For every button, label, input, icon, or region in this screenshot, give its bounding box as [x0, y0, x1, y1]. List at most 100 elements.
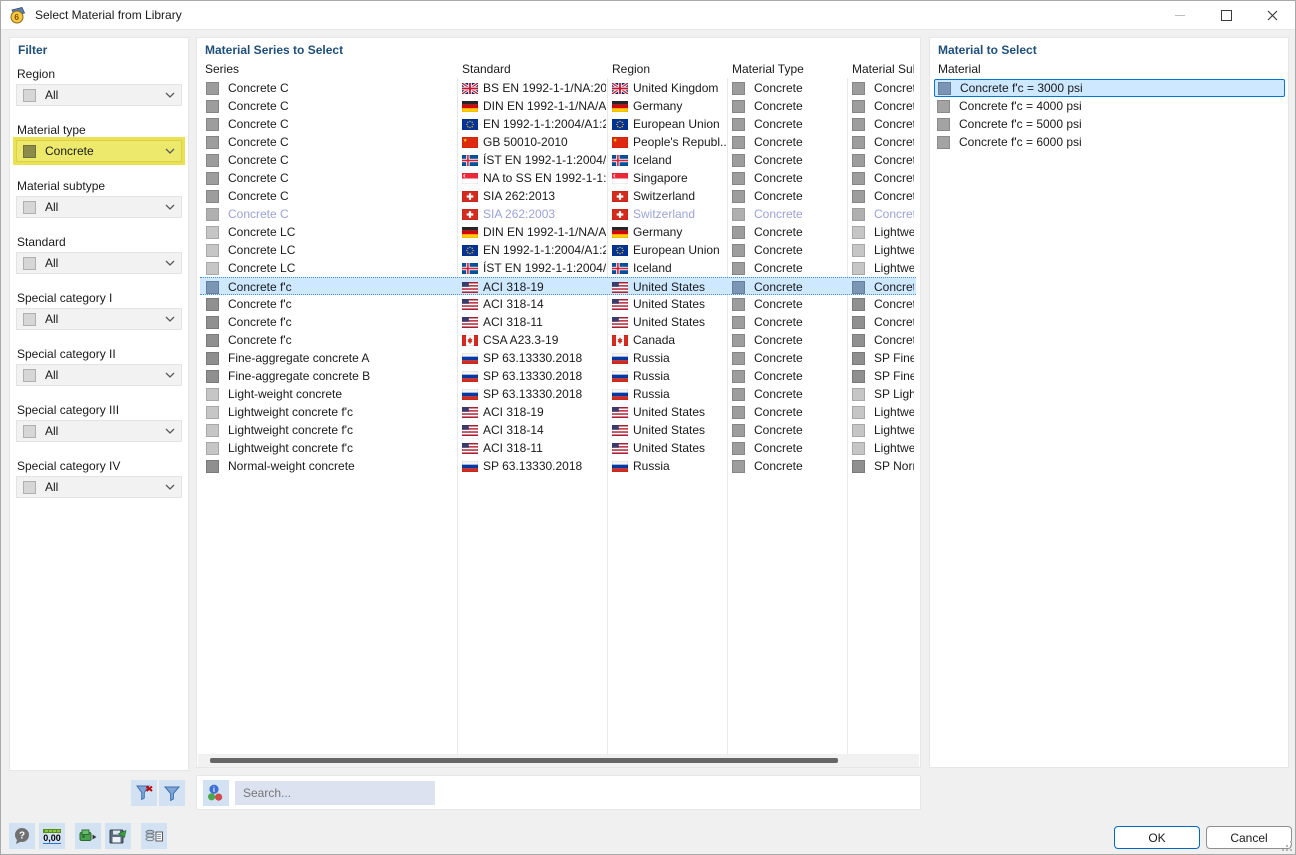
series-row[interactable]: Concrete f'c ACI 318-19 United States Co…: [200, 277, 916, 295]
column-header-standard[interactable]: Standard: [462, 60, 610, 78]
series-row[interactable]: Concrete C EN 1992-1-1:2004/A1:2... Euro…: [200, 115, 916, 133]
color-swatch: [852, 333, 865, 347]
flag-ru-icon: [612, 388, 628, 400]
color-swatch: [852, 369, 865, 383]
cancel-button[interactable]: Cancel: [1206, 826, 1292, 849]
color-swatch: [206, 405, 219, 419]
filter-material-subtype-dropdown[interactable]: All: [16, 196, 182, 218]
series-name: Concrete LC: [228, 225, 296, 239]
filter-standard-dropdown[interactable]: All: [16, 252, 182, 274]
color-swatch: [732, 99, 745, 113]
filter-region-dropdown[interactable]: All: [16, 84, 182, 106]
filter-label-special-category-iii: Special category III: [17, 403, 120, 417]
color-swatch: [206, 243, 219, 257]
series-row[interactable]: Concrete LC EN 1992-1-1:2004/A1:2... Eur…: [200, 241, 916, 259]
material-row[interactable]: Concrete f'c = 6000 psi: [934, 133, 1285, 151]
flag-is-icon: [612, 154, 628, 166]
series-name: Concrete f'c: [228, 315, 292, 329]
material-subtype: Concrete: [874, 189, 914, 203]
dropdown-value: All: [45, 312, 59, 326]
series-row[interactable]: Lightweight concrete f'c ACI 318-14 Unit…: [200, 421, 916, 439]
series-row[interactable]: Concrete C GB 50010-2010 People's Republ…: [200, 133, 916, 151]
series-row[interactable]: Concrete C NA to SS EN 1992-1-1:... Sing…: [200, 169, 916, 187]
filter-actions: [131, 780, 185, 806]
flag-ca-icon: [612, 334, 628, 346]
color-swatch: [206, 280, 219, 294]
color-swatch: [732, 117, 745, 131]
material-type: Concrete: [754, 81, 803, 95]
help-button[interactable]: ?: [9, 823, 35, 849]
flag-de-icon: [612, 226, 628, 238]
info-button[interactable]: i: [203, 780, 229, 806]
color-swatch: [937, 99, 950, 113]
dropdown-value: Concrete: [45, 144, 94, 158]
color-swatch: [206, 333, 219, 347]
filter-label-special-category-i: Special category I: [17, 291, 113, 305]
column-header-region[interactable]: Region: [612, 60, 730, 78]
series-row[interactable]: Concrete C BS EN 1992-1-1/NA:20... Unite…: [200, 79, 916, 97]
material-type: Concrete: [754, 261, 803, 275]
chevron-down-icon: [165, 204, 175, 210]
material-panel: Material to Select Material Concrete f'c…: [929, 37, 1289, 768]
filter-material-type-dropdown[interactable]: Concrete: [16, 140, 182, 162]
series-row[interactable]: Concrete f'c ACI 318-11 United States Co…: [200, 313, 916, 331]
series-row[interactable]: Normal-weight concrete SP 63.13330.2018 …: [200, 457, 916, 475]
maximize-button[interactable]: [1203, 1, 1249, 29]
series-row[interactable]: Fine-aggregate concrete B SP 63.13330.20…: [200, 367, 916, 385]
filter-special-category-iii-dropdown[interactable]: All: [16, 420, 182, 442]
color-swatch: [732, 369, 745, 383]
series-row[interactable]: Lightweight concrete f'c ACI 318-11 Unit…: [200, 439, 916, 457]
filter-special-category-ii-dropdown[interactable]: All: [16, 364, 182, 386]
series-row[interactable]: Fine-aggregate concrete A SP 63.13330.20…: [200, 349, 916, 367]
import-material-button[interactable]: [75, 823, 101, 849]
color-swatch: [732, 333, 745, 347]
region-name: United States: [633, 280, 706, 294]
material-row[interactable]: Concrete f'c = 3000 psi: [934, 79, 1285, 97]
flag-ch-icon: [612, 208, 628, 220]
scrollbar-thumb[interactable]: [210, 758, 838, 763]
search-input[interactable]: [235, 781, 435, 805]
column-header-series[interactable]: Series: [205, 60, 455, 78]
material-row[interactable]: Concrete f'c = 4000 psi: [934, 97, 1285, 115]
column-header-material-type[interactable]: Material Type: [732, 60, 850, 78]
column-header-material-subt[interactable]: Material Subt: [852, 60, 914, 78]
horizontal-scrollbar[interactable]: [198, 754, 919, 767]
material-subtype: Concrete: [874, 171, 914, 185]
apply-filter-button[interactable]: [159, 780, 185, 806]
series-row[interactable]: Concrete C SIA 262:2003 Switzerland Conc…: [200, 205, 916, 223]
material-row[interactable]: Concrete f'c = 5000 psi: [934, 115, 1285, 133]
series-row[interactable]: Light-weight concrete SP 63.13330.2018 R…: [200, 385, 916, 403]
series-row[interactable]: Lightweight concrete f'c ACI 318-19 Unit…: [200, 403, 916, 421]
ok-button[interactable]: OK: [1114, 826, 1200, 849]
material-type: Concrete: [754, 315, 803, 329]
save-to-library-button[interactable]: [105, 823, 131, 849]
series-row[interactable]: Concrete C SIA 262:2013 Switzerland Conc…: [200, 187, 916, 205]
standard-name: GB 50010-2010: [483, 135, 568, 149]
series-name: Concrete C: [228, 117, 289, 131]
region-name: United States: [633, 315, 706, 329]
copy-entry-button[interactable]: [141, 823, 167, 849]
series-name: Concrete C: [228, 135, 289, 149]
clear-filter-button[interactable]: [131, 780, 157, 806]
series-row[interactable]: Concrete f'c CSA A23.3-19 Canada Concret…: [200, 331, 916, 349]
filter-special-category-iv-dropdown[interactable]: All: [16, 476, 182, 498]
units-button[interactable]: 0,00: [39, 823, 65, 849]
minimize-button[interactable]: [1157, 1, 1203, 29]
color-swatch: [732, 243, 745, 257]
color-swatch: [852, 171, 865, 185]
flag-is-icon: [462, 154, 478, 166]
question-bubble-icon: ?: [15, 828, 29, 844]
series-row[interactable]: Concrete LC DIN EN 1992-1-1/NA/A... Germ…: [200, 223, 916, 241]
series-row[interactable]: Concrete C DIN EN 1992-1-1/NA/A... Germa…: [200, 97, 916, 115]
series-row[interactable]: Concrete LC ÍST EN 1992-1-1:2004/... Ice…: [200, 259, 916, 277]
series-row[interactable]: Concrete f'c ACI 318-14 United States Co…: [200, 295, 916, 313]
database-copy-icon: [145, 829, 163, 841]
filter-special-category-i-dropdown[interactable]: All: [16, 308, 182, 330]
close-button[interactable]: [1249, 1, 1295, 29]
resize-grip[interactable]: [1282, 841, 1292, 851]
color-swatch: [23, 368, 36, 382]
series-row[interactable]: Concrete C ÍST EN 1992-1-1:2004/... Icel…: [200, 151, 916, 169]
chevron-down-icon: [165, 316, 175, 322]
color-swatch: [206, 135, 219, 149]
series-name: Concrete f'c: [228, 280, 292, 294]
